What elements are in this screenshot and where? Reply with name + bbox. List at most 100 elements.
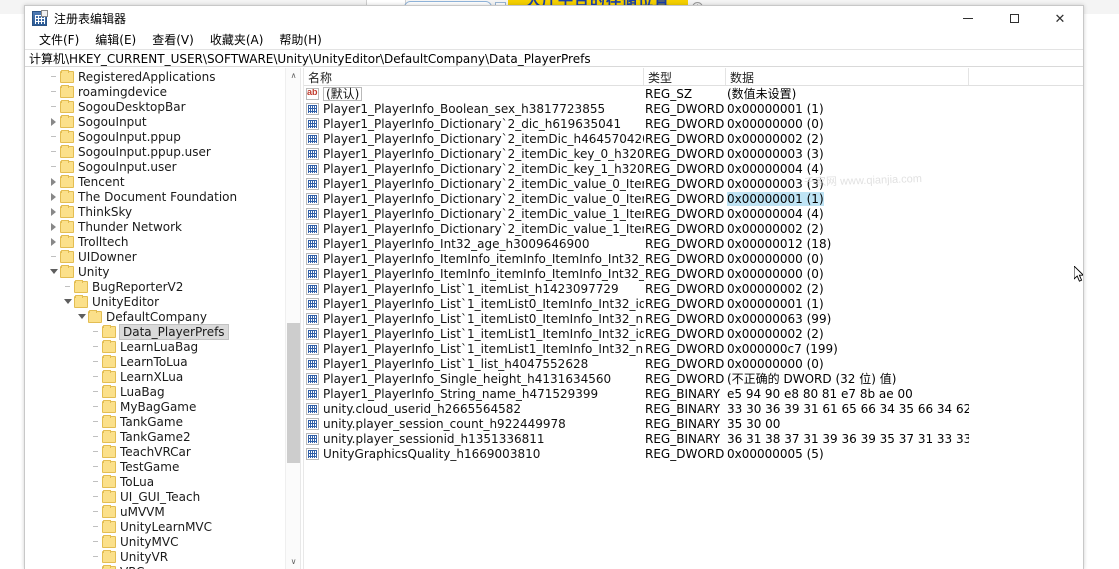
table-row[interactable]: Player1_PlayerInfo_List`1_itemList1_Item… bbox=[304, 341, 1083, 356]
menu-item-4[interactable]: 收藏夹(A) bbox=[202, 30, 272, 50]
column-header-data[interactable]: 数据 bbox=[726, 68, 969, 85]
tree-item-bugreporterv2[interactable]: BugReporterV2 bbox=[25, 279, 285, 294]
tree-item-teachvrcar[interactable]: TeachVRCar bbox=[25, 444, 285, 459]
chevron-down-icon[interactable] bbox=[61, 294, 74, 309]
table-row[interactable]: Player1_PlayerInfo_List`1_itemList0_Item… bbox=[304, 311, 1083, 326]
table-row[interactable]: Player1_PlayerInfo_Single_height_h413163… bbox=[304, 371, 1083, 386]
tree-item-sogoudesktopbar[interactable]: SogouDesktopBar bbox=[25, 99, 285, 114]
value-name-text: Player1_PlayerInfo_Dictionary`2_itemDic_… bbox=[323, 161, 644, 176]
table-row[interactable]: Player1_PlayerInfo_Dictionary`2_itemDic_… bbox=[304, 191, 1083, 206]
table-row[interactable]: Player1_PlayerInfo_List`1_itemList1_Item… bbox=[304, 326, 1083, 341]
table-row[interactable]: Player1_PlayerInfo_List`1_list_h40475526… bbox=[304, 356, 1083, 371]
table-row[interactable]: Player1_PlayerInfo_Dictionary`2_itemDic_… bbox=[304, 161, 1083, 176]
value-type-cell: REG_DWORD bbox=[645, 296, 725, 311]
tree-item-the-document-foundation[interactable]: The Document Foundation bbox=[25, 189, 285, 204]
tree-item-label: BugReporterV2 bbox=[92, 279, 184, 294]
table-row[interactable]: Player1_PlayerInfo_List`1_itemList0_Item… bbox=[304, 296, 1083, 311]
table-row[interactable]: Player1_PlayerInfo_Dictionary`2_itemDic_… bbox=[304, 146, 1083, 161]
chevron-down-icon[interactable] bbox=[47, 264, 60, 279]
tree-item-uidowner[interactable]: UIDowner bbox=[25, 249, 285, 264]
tree-item-ui-gui-teach[interactable]: UI_GUI_Teach bbox=[25, 489, 285, 504]
chevron-right-icon[interactable] bbox=[47, 219, 60, 234]
chevron-right-icon[interactable] bbox=[47, 189, 60, 204]
tree-item-data-playerprefs[interactable]: Data_PlayerPrefs bbox=[25, 323, 285, 340]
tree-item-unitymvc[interactable]: UnityMVC bbox=[25, 534, 285, 549]
table-row[interactable]: Player1_PlayerInfo_Int32_age_h3009646900… bbox=[304, 236, 1083, 251]
tree-item-defaultcompany[interactable]: DefaultCompany bbox=[25, 309, 285, 324]
table-row[interactable]: (默认) REG_SZ (数值未设置) bbox=[304, 86, 1083, 101]
tree-item-unitylearnmvc[interactable]: UnityLearnMVC bbox=[25, 519, 285, 534]
tree-item-learnxlua[interactable]: LearnXLua bbox=[25, 369, 285, 384]
tree-item-learnluabag[interactable]: LearnLuaBag bbox=[25, 339, 285, 354]
tree-item-tolua[interactable]: ToLua bbox=[25, 474, 285, 489]
tree-scrollbar-thumb[interactable] bbox=[287, 323, 300, 463]
table-row[interactable]: unity.player_sessionid_h1351336811 REG_BI… bbox=[304, 431, 1083, 446]
scroll-up-arrow-icon[interactable]: ∧ bbox=[286, 68, 300, 83]
maximize-button[interactable] bbox=[991, 6, 1037, 30]
tree-item-tencent[interactable]: Tencent bbox=[25, 174, 285, 189]
menu-item-1[interactable]: 文件(F) bbox=[31, 30, 87, 50]
menu-item-5[interactable]: 帮助(H) bbox=[271, 30, 329, 50]
folder-icon bbox=[60, 219, 74, 233]
scroll-down-arrow-icon[interactable]: ∨ bbox=[286, 554, 300, 569]
tree-item-unityvr[interactable]: UnityVR bbox=[25, 549, 285, 564]
tree-item-trolltech[interactable]: Trolltech bbox=[25, 234, 285, 249]
tree-item-sogouinput-ppup-user[interactable]: SogouInput.ppup.user bbox=[25, 144, 285, 159]
tree-item-luabag[interactable]: LuaBag bbox=[25, 384, 285, 399]
tree-item-thinksky[interactable]: ThinkSky bbox=[25, 204, 285, 219]
table-row[interactable]: Player1_PlayerInfo_Dictionary`2_itemDic_… bbox=[304, 221, 1083, 236]
value-data-cell: 0x00000002 (2) bbox=[726, 222, 969, 236]
chevron-down-icon[interactable] bbox=[75, 309, 88, 324]
tree-item-tankgame2[interactable]: TankGame2 bbox=[25, 429, 285, 444]
value-name-text: Player1_PlayerInfo_Dictionary`2_itemDic_… bbox=[323, 146, 644, 161]
chevron-right-icon[interactable] bbox=[47, 174, 60, 189]
chevron-right-icon[interactable] bbox=[47, 204, 60, 219]
value-name-text: Player1_PlayerInfo_List`1_itemList1_Item… bbox=[323, 341, 644, 356]
table-row[interactable]: Player1_PlayerInfo_ItemInfo_itemInfo_Ite… bbox=[304, 251, 1083, 266]
tree-item-roamingdevice[interactable]: roamingdevice bbox=[25, 84, 285, 99]
tree-scroll-viewport: RegisteredApplications roamingdevice Sogou… bbox=[25, 68, 285, 569]
table-row[interactable]: Player1_PlayerInfo_Dictionary`2_itemDic_… bbox=[304, 206, 1083, 221]
minimize-button[interactable] bbox=[945, 6, 991, 30]
table-row[interactable]: UnityGraphicsQuality_h1669003810 REG_DWOR… bbox=[304, 446, 1083, 461]
table-row[interactable]: unity.player_session_count_h922449978 REG… bbox=[304, 416, 1083, 431]
tree-item-label: ThinkSky bbox=[78, 204, 133, 219]
address-bar[interactable]: 计算机\HKEY_CURRENT_USER\SOFTWARE\Unity\Uni… bbox=[25, 49, 1083, 67]
tree-item-unity[interactable]: Unity bbox=[25, 264, 285, 279]
chevron-right-icon[interactable] bbox=[47, 114, 60, 129]
binary-value-icon bbox=[306, 207, 319, 220]
tree-item-sogouinput-ppup[interactable]: SogouInput.ppup bbox=[25, 129, 285, 144]
table-row[interactable]: Player1_PlayerInfo_Dictionary`2_itemDic_… bbox=[304, 176, 1083, 191]
table-row[interactable]: Player1_PlayerInfo_Boolean_sex_h38177238… bbox=[304, 101, 1083, 116]
tree-item-sogouinput-user[interactable]: SogouInput.user bbox=[25, 159, 285, 174]
column-header-name[interactable]: 名称 bbox=[304, 68, 644, 85]
table-row[interactable]: Player1_PlayerInfo_List`1_itemList_h1423… bbox=[304, 281, 1083, 296]
tree-item-testgame[interactable]: TestGame bbox=[25, 459, 285, 474]
menu-item-3[interactable]: 查看(V) bbox=[144, 30, 202, 50]
table-row[interactable]: unity.cloud_userid_h2665564582 REG_BINARY… bbox=[304, 401, 1083, 416]
menu-item-2[interactable]: 编辑(E) bbox=[87, 30, 144, 50]
table-row[interactable]: Player1_PlayerInfo_String_name_h47152939… bbox=[304, 386, 1083, 401]
tree-vertical-scrollbar[interactable]: ∧ ∨ bbox=[285, 68, 300, 569]
table-row[interactable]: Player1_PlayerInfo_ItemInfo_itemInfo_Ite… bbox=[304, 266, 1083, 281]
tree-item-sogouinput[interactable]: SogouInput bbox=[25, 114, 285, 129]
string-value-icon bbox=[306, 87, 319, 100]
tree-item-umvvm[interactable]: uMVVM bbox=[25, 504, 285, 519]
chevron-right-icon[interactable] bbox=[47, 234, 60, 249]
value-data-text: 0x00000004 (4) bbox=[727, 206, 824, 221]
column-header-type[interactable]: 类型 bbox=[644, 68, 726, 85]
value-data-cell: 0x00000000 (0) bbox=[726, 117, 969, 131]
tree-item-unityeditor[interactable]: UnityEditor bbox=[25, 294, 285, 309]
table-row[interactable]: Player1_PlayerInfo_Dictionary`2_dic_h619… bbox=[304, 116, 1083, 131]
tree-item-learntolua[interactable]: LearnToLua bbox=[25, 354, 285, 369]
column-header-pad[interactable] bbox=[969, 68, 1083, 85]
content-area: RegisteredApplications roamingdevice Sogou… bbox=[25, 68, 1083, 569]
close-button[interactable]: ✕ bbox=[1037, 6, 1083, 30]
table-row[interactable]: Player1_PlayerInfo_Dictionary`2_itemDic_… bbox=[304, 131, 1083, 146]
tree-item-vrcar[interactable]: VRCar bbox=[25, 564, 285, 569]
menu-bar: 文件(F) 编辑(E) 查看(V) 收藏夹(A) 帮助(H) bbox=[25, 30, 1083, 49]
tree-item-registeredapplications[interactable]: RegisteredApplications bbox=[25, 69, 285, 84]
tree-item-tankgame[interactable]: TankGame bbox=[25, 414, 285, 429]
tree-item-mybaggame[interactable]: MyBagGame bbox=[25, 399, 285, 414]
tree-item-thunder-network[interactable]: Thunder Network bbox=[25, 219, 285, 234]
